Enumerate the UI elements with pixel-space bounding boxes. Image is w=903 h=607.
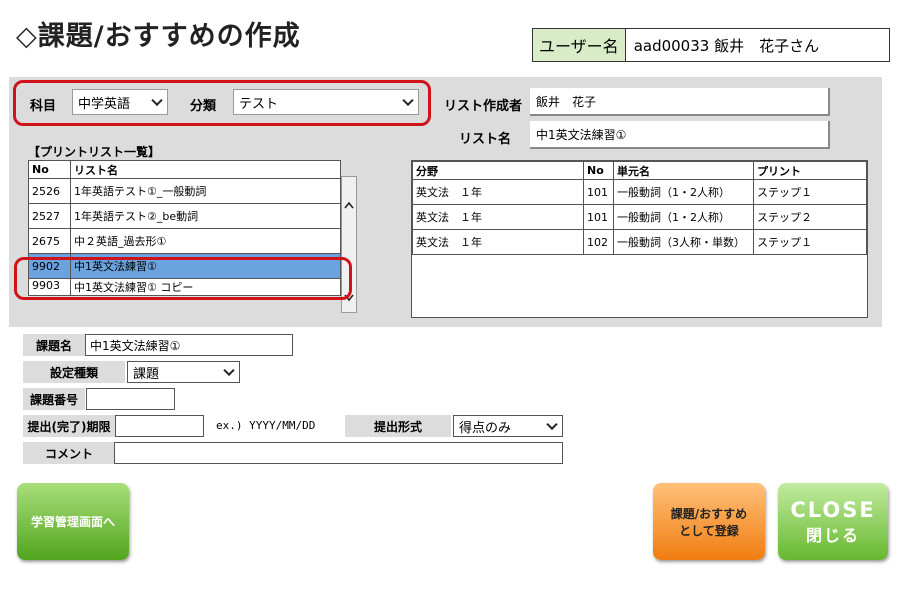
- cell-print: ステップ２: [753, 204, 867, 230]
- column-header-no: No: [28, 160, 71, 179]
- comment-label: コメント: [23, 442, 115, 464]
- register-button[interactable]: 課題/おすすめ として登録: [653, 483, 765, 560]
- user-value: aad00033 飯井 花子さん: [633, 36, 820, 55]
- register-label-line2: として登録: [679, 523, 739, 538]
- task-name-label: 課題名: [23, 334, 85, 356]
- cell-unit: 一般動詞（3人称・単数）: [613, 229, 754, 255]
- setting-type-select[interactable]: 課題: [127, 361, 240, 383]
- setting-type-value: 課題: [133, 366, 160, 382]
- close-label-en: CLOSE: [790, 497, 876, 522]
- register-label-line1: 課題/おすすめ: [670, 506, 748, 521]
- chevron-down-icon: [546, 418, 558, 431]
- table-row[interactable]: 英文法 １年 102 一般動詞（3人称・単数） ステップ１: [412, 229, 867, 255]
- cell-print: ステップ１: [753, 229, 867, 255]
- cell-field: 英文法 １年: [412, 229, 584, 255]
- print-list-heading: 【プリントリスト一覧】: [28, 145, 161, 159]
- submit-format-label: 提出形式: [345, 415, 451, 437]
- column-header-field: 分野: [412, 161, 584, 180]
- comment-input[interactable]: [114, 442, 563, 464]
- submit-format-select[interactable]: 得点のみ: [453, 415, 563, 437]
- column-header-unit: 単元名: [613, 161, 754, 180]
- cell-unit: 一般動詞（1・2人称）: [613, 179, 754, 205]
- table-row[interactable]: 2527 1年英語テスト②_be動詞: [28, 203, 341, 229]
- column-header-list-name: リスト名: [70, 160, 341, 179]
- task-name-input[interactable]: 中1英文法練習①: [85, 334, 293, 356]
- row-no: 2675: [28, 228, 71, 254]
- chevron-down-icon: [223, 364, 235, 377]
- highlight-box-selected-row: [14, 257, 352, 300]
- row-name: 中２英語_過去形①: [70, 228, 341, 254]
- close-button[interactable]: CLOSE 閉じる: [778, 483, 888, 560]
- column-header-print: プリント: [753, 161, 867, 180]
- submit-format-value: 得点のみ: [459, 420, 512, 436]
- user-box: ユーザー名 aad00033 飯井 花子さん: [532, 28, 890, 62]
- cell-no: 101: [583, 179, 614, 205]
- table-header-row: No リスト名: [28, 160, 341, 179]
- deadline-input[interactable]: [115, 415, 204, 437]
- task-number-label: 課題番号: [23, 388, 85, 410]
- cell-field: 英文法 １年: [412, 204, 584, 230]
- deadline-label: 提出(完了)期限: [23, 415, 115, 437]
- table-row[interactable]: 2675 中２英語_過去形①: [28, 228, 341, 254]
- table-row[interactable]: 2526 1年英語テスト①_一般動詞: [28, 178, 341, 204]
- row-name: 1年英語テスト①_一般動詞: [70, 178, 341, 204]
- page-title: ◇課題/おすすめの作成: [16, 21, 301, 52]
- author-value: 飯井 花子: [530, 88, 830, 116]
- table-header-row: 分野 No 単元名 プリント: [412, 161, 867, 180]
- list-name-label: リスト名: [459, 132, 512, 147]
- row-name: 1年英語テスト②_be動詞: [70, 203, 341, 229]
- author-label: リスト作成者: [444, 99, 523, 114]
- cell-no: 102: [583, 229, 614, 255]
- deadline-hint: ex.) YYYY/MM/DD: [216, 419, 316, 432]
- chevron-up-icon: [344, 201, 354, 209]
- row-no: 2526: [28, 178, 71, 204]
- task-number-input[interactable]: [86, 388, 175, 410]
- row-no: 2527: [28, 203, 71, 229]
- table-row[interactable]: 英文法 １年 101 一般動詞（1・2人称） ステップ１: [412, 179, 867, 205]
- detail-table-container: 分野 No 単元名 プリント 英文法 １年 101 一般動詞（1・2人称） ステ…: [411, 160, 868, 318]
- list-name-value: 中1英文法練習①: [530, 121, 830, 149]
- highlight-box-filters: [13, 80, 431, 126]
- study-management-label: 学習管理画面へ: [30, 515, 115, 529]
- table-row[interactable]: 英文法 １年 101 一般動詞（1・2人称） ステップ２: [412, 204, 867, 230]
- cell-field: 英文法 １年: [412, 179, 584, 205]
- cell-print: ステップ１: [753, 179, 867, 205]
- setting-type-label: 設定種類: [23, 361, 125, 383]
- detail-table: 分野 No 単元名 プリント 英文法 １年 101 一般動詞（1・2人称） ステ…: [412, 161, 867, 255]
- close-label-jp: 閉じる: [805, 525, 860, 545]
- cell-unit: 一般動詞（1・2人称）: [613, 204, 754, 230]
- study-management-button[interactable]: 学習管理画面へ: [17, 483, 129, 560]
- user-label: ユーザー名: [533, 29, 626, 61]
- cell-no: 101: [583, 204, 614, 230]
- column-header-no: No: [583, 161, 614, 180]
